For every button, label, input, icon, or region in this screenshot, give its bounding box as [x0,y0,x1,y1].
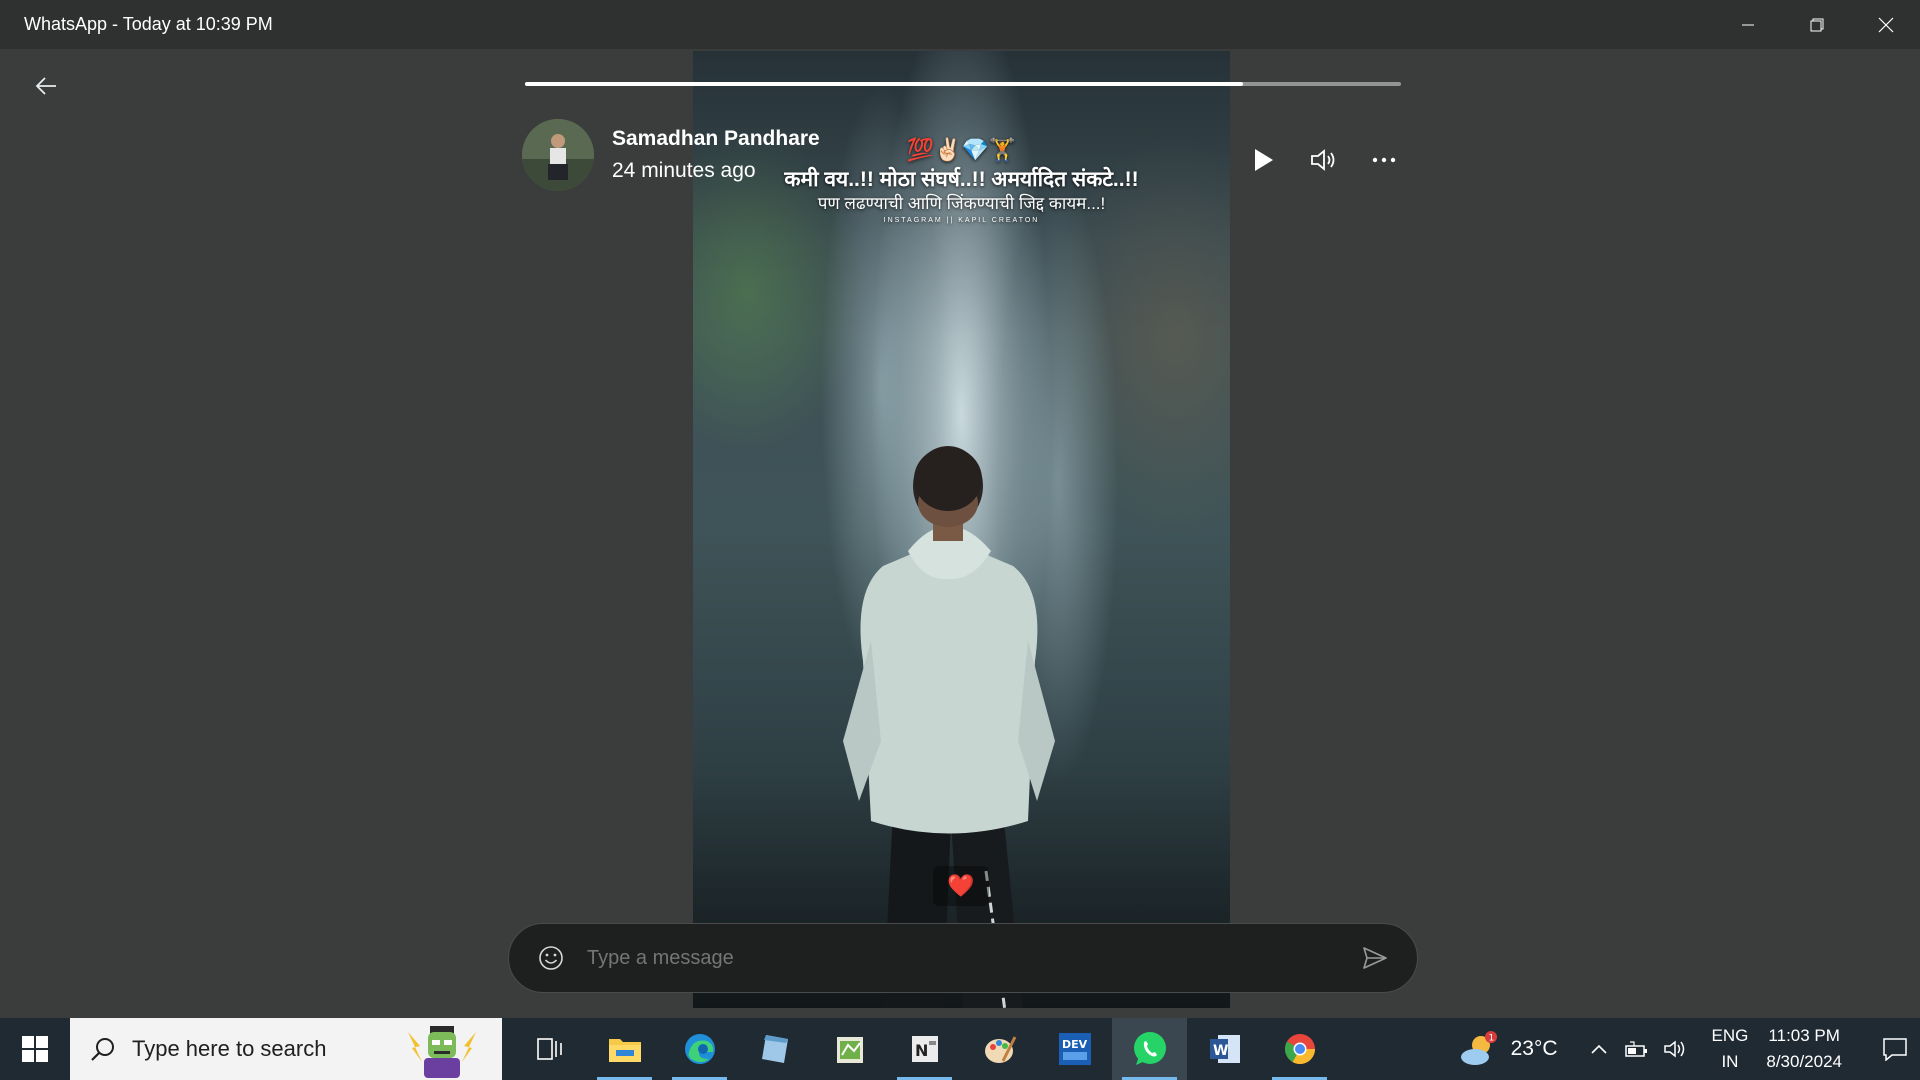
taskbar: Type here to search N DEV W 1 23°C ENG I… [0,1018,1920,1080]
reaction-badge[interactable]: ❤️ [933,866,989,906]
taskbar-notepad[interactable] [737,1018,812,1080]
message-input[interactable] [587,946,1355,970]
avatar[interactable] [522,119,594,191]
svg-text:DEV: DEV [1062,1038,1088,1051]
language-indicator[interactable]: ENG IN [1712,1023,1749,1075]
taskbar-clock[interactable]: 11:03 PM 8/30/2024 [1766,1023,1842,1075]
status-progress-fill [525,82,1244,86]
taskbar-spreadsheet-app[interactable] [812,1018,887,1080]
status-viewer: 💯✌🏻💎🏋 कमी वय..!! मोठा संघर्ष..!! अमर्याद… [0,49,1920,1018]
search-highlight-icon [408,1026,476,1078]
weather-widget[interactable]: 1 23°C [1459,1031,1558,1067]
smiley-icon [539,946,563,970]
windows-logo-icon [22,1036,48,1062]
heart-icon: ❤️ [947,873,975,898]
taskbar-chrome[interactable] [1262,1018,1337,1080]
overlay-caption-line2: पण लढण्याची आणि जिंकण्याची जिद्द कायम...… [817,194,1106,213]
window-title: WhatsApp - Today at 10:39 PM [24,14,273,34]
chrome-icon [1284,1034,1315,1065]
chevron-up-icon [1590,1044,1607,1054]
taskbar-edge[interactable] [662,1018,737,1080]
author-name: Samadhan Pandhare [612,127,820,150]
taskbar-whatsapp[interactable] [1112,1018,1187,1080]
volume-icon [1311,149,1335,171]
edge-icon [684,1034,715,1064]
notepad-icon [761,1035,788,1063]
taskbar-paint[interactable] [962,1018,1037,1080]
reply-composer [508,923,1418,993]
svg-text:N: N [915,1041,928,1060]
region-code: IN [1721,1052,1739,1071]
volume-button[interactable] [1305,141,1343,179]
weather-cloud-sun-icon: 1 [1460,1031,1497,1065]
back-button[interactable] [30,70,62,102]
speaker-icon [1663,1040,1684,1058]
status-media[interactable]: 💯✌🏻💎🏋 कमी वय..!! मोठा संघर्ष..!! अमर्याद… [693,51,1230,1008]
status-author[interactable]: Samadhan Pandhare 24 minutes ago [522,119,820,191]
minimize-icon [1741,24,1754,25]
weather-temperature: 23°C [1510,1037,1558,1060]
restore-icon [1810,18,1823,31]
search-placeholder: Type here to search [132,1036,327,1061]
clock-date: 8/30/2024 [1766,1052,1842,1071]
dev-icon: DEV [1058,1033,1091,1065]
restore-button[interactable] [1782,0,1851,49]
taskbar-notepad-plus[interactable]: N [887,1018,962,1080]
svg-text:1: 1 [1488,1034,1494,1044]
play-button[interactable] [1245,141,1283,179]
close-icon [1878,17,1893,32]
emoji-button[interactable] [533,940,569,976]
taskbar-dev-app[interactable]: DEV [1037,1018,1112,1080]
play-icon [1255,149,1273,171]
search-icon [88,1034,118,1064]
language-code: ENG [1711,1026,1749,1045]
window-titlebar: WhatsApp - Today at 10:39 PM [0,0,1920,49]
taskbar-search[interactable]: Type here to search [70,1018,502,1080]
taskbar-file-explorer[interactable] [587,1018,662,1080]
taskbar-apps: N DEV W [512,1018,1337,1080]
avatar-image [522,119,594,191]
svg-text:W: W [1213,1043,1228,1059]
status-controls [1245,141,1403,179]
notification-center-button[interactable] [1870,1018,1920,1080]
start-button[interactable] [0,1018,70,1080]
spreadsheet-icon [836,1037,863,1063]
send-icon [1363,947,1387,969]
more-icon [1372,157,1396,163]
task-view-icon [536,1038,562,1060]
minimize-button[interactable] [1713,0,1782,49]
close-button[interactable] [1851,0,1920,49]
status-time: 24 minutes ago [612,159,756,182]
back-arrow-icon [35,77,56,95]
notification-icon [1883,1038,1907,1061]
more-options-button[interactable] [1365,141,1403,179]
word-icon: W [1209,1035,1240,1063]
clock-time: 11:03 PM [1768,1026,1840,1045]
paint-palette-icon [984,1036,1016,1063]
whatsapp-icon [1133,1032,1166,1065]
show-hidden-icons-button[interactable] [1584,1034,1614,1064]
status-progress-bar [525,82,1401,86]
notepad-plus-icon: N [911,1036,938,1062]
battery-icon [1624,1041,1647,1057]
send-button[interactable] [1355,938,1395,978]
folder-icon [608,1039,641,1062]
taskbar-task-view[interactable] [512,1018,587,1080]
battery-tray-button[interactable] [1622,1034,1652,1064]
window-controls [1713,0,1920,49]
overlay-credit: INSTAGRAM || KAPIL CREATON [883,217,1040,224]
volume-tray-button[interactable] [1660,1034,1690,1064]
system-tray: 1 23°C ENG IN 11:03 PM 8/30/2024 [1459,1018,1920,1080]
taskbar-word[interactable]: W [1187,1018,1262,1080]
